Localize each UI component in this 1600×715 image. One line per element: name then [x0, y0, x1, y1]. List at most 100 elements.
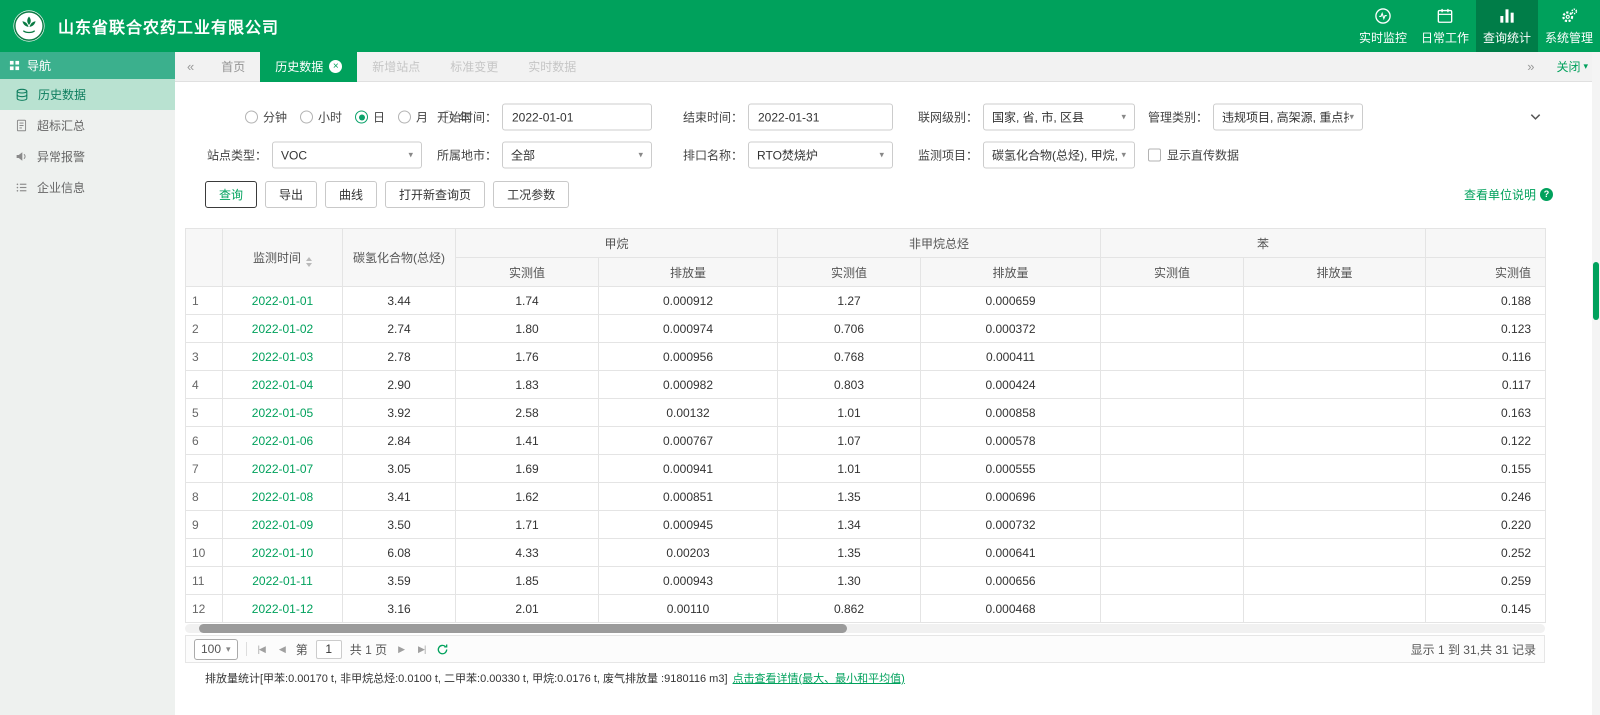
- table-cell: 0.000767: [599, 427, 778, 455]
- table-cell: 0.00132: [599, 399, 778, 427]
- cell-date: 2022-01-09: [223, 511, 343, 539]
- action-button-5[interactable]: 工况参数: [493, 181, 569, 208]
- tab-scroll-right-icon[interactable]: »: [1515, 59, 1546, 74]
- table-cell: [1101, 371, 1244, 399]
- table-row[interactable]: 72022-01-073.051.690.0009411.010.0005550…: [186, 455, 1546, 483]
- period-radio-2[interactable]: 小时: [300, 109, 342, 126]
- table-cell: 0.123: [1426, 315, 1546, 343]
- table-cell: 3.05: [343, 455, 456, 483]
- end-time-input[interactable]: [748, 104, 893, 131]
- table-row[interactable]: 122022-01-123.162.010.001100.8620.000468…: [186, 595, 1546, 623]
- direct-data-checkbox[interactable]: 显示直传数据: [1148, 147, 1239, 164]
- tab-1[interactable]: 首页: [206, 52, 260, 82]
- start-time-input[interactable]: [502, 104, 652, 131]
- table-row[interactable]: 62022-01-062.841.410.0007671.070.0005780…: [186, 427, 1546, 455]
- sidebar-item-2[interactable]: 超标汇总: [0, 110, 175, 141]
- vertical-scrollbar-thumb[interactable]: [1593, 262, 1599, 320]
- pager-first-icon[interactable]: |◀: [255, 644, 268, 655]
- site-type-select[interactable]: VOC ▾: [272, 142, 422, 169]
- table-cell: 1.76: [456, 343, 599, 371]
- header-group-1: 甲烷: [456, 229, 778, 258]
- table-row[interactable]: 82022-01-083.411.620.0008511.350.0006960…: [186, 483, 1546, 511]
- tab-5[interactable]: 实时数据: [513, 52, 591, 82]
- pager-prev-icon[interactable]: ◀: [276, 644, 288, 655]
- outlet-select[interactable]: RTO焚烧炉 ▾: [748, 142, 893, 169]
- date-link[interactable]: 2022-01-07: [252, 462, 313, 476]
- action-button-1[interactable]: 查询: [205, 181, 257, 208]
- vertical-scrollbar[interactable]: [1592, 52, 1600, 715]
- table-cell: 0.000578: [921, 427, 1101, 455]
- sidebar-item-3[interactable]: 异常报警: [0, 141, 175, 172]
- header-monitor-time[interactable]: 监测时间: [223, 229, 343, 287]
- table-cell: 1.85: [456, 567, 599, 595]
- date-link[interactable]: 2022-01-01: [252, 294, 313, 308]
- network-level-select[interactable]: 国家, 省, 市, 区县 ▾: [983, 104, 1135, 131]
- table-cell: 0.000555: [921, 455, 1101, 483]
- table-cell: [1101, 287, 1244, 315]
- page-number-input[interactable]: [316, 640, 342, 659]
- date-link[interactable]: 2022-01-06: [252, 434, 313, 448]
- horizontal-scrollbar[interactable]: [185, 624, 1545, 633]
- date-link[interactable]: 2022-01-03: [252, 350, 313, 364]
- table-row[interactable]: 102022-01-106.084.330.002031.350.0006410…: [186, 539, 1546, 567]
- date-link[interactable]: 2022-01-08: [252, 490, 313, 504]
- pagination-bar: 100 ▾ |◀ ◀ 第 共 1 页 ▶ ▶| 显示 1 到 31,共 31 记…: [185, 635, 1545, 663]
- table-row[interactable]: 52022-01-053.922.580.001321.010.0008580.…: [186, 399, 1546, 427]
- top-nav-item-1[interactable]: 实时监控: [1352, 0, 1414, 52]
- refresh-icon[interactable]: [436, 643, 449, 656]
- table-cell: 0.000943: [599, 567, 778, 595]
- table-cell: 0.116: [1426, 343, 1546, 371]
- date-link[interactable]: 2022-01-02: [252, 322, 313, 336]
- sidebar-item-4[interactable]: 企业信息: [0, 172, 175, 203]
- sidebar-item-1[interactable]: 历史数据: [0, 79, 175, 110]
- caret-down-icon: ▾: [638, 150, 643, 161]
- date-link[interactable]: 2022-01-05: [252, 406, 313, 420]
- tab-2[interactable]: 历史数据×: [260, 52, 357, 82]
- close-tabs-menu[interactable]: 关闭 ▾: [1556, 58, 1588, 75]
- tab-close-icon[interactable]: ×: [329, 60, 342, 73]
- sort-icon[interactable]: [306, 257, 312, 267]
- table-cell: [1244, 595, 1426, 623]
- period-radio-4[interactable]: 月: [398, 109, 428, 126]
- company-title: 山东省联合农药工业有限公司: [58, 14, 279, 38]
- table-row[interactable]: 32022-01-032.781.760.0009560.7680.000411…: [186, 343, 1546, 371]
- direct-data-checkbox-label: 显示直传数据: [1167, 147, 1239, 164]
- action-button-4[interactable]: 打开新查询页: [385, 181, 485, 208]
- table-cell: 0.252: [1426, 539, 1546, 567]
- table-row[interactable]: 12022-01-013.441.740.0009121.270.0006590…: [186, 287, 1546, 315]
- top-nav-item-4[interactable]: 系统管理: [1538, 0, 1600, 52]
- period-radio-1[interactable]: 分钟: [245, 109, 287, 126]
- top-nav-item-3[interactable]: 查询统计: [1476, 0, 1538, 52]
- monitor-items-select[interactable]: 碳氢化合物(总烃), 甲烷, 非甲烷总烃 ▾: [983, 142, 1135, 169]
- horizontal-scrollbar-thumb[interactable]: [199, 624, 847, 633]
- table-row[interactable]: 42022-01-042.901.830.0009820.8030.000424…: [186, 371, 1546, 399]
- pager-last-icon[interactable]: ▶|: [415, 644, 428, 655]
- date-link[interactable]: 2022-01-10: [252, 546, 313, 560]
- table-cell: 1.27: [778, 287, 921, 315]
- page-size-select[interactable]: 100 ▾: [194, 639, 238, 660]
- period-radio-3[interactable]: 日: [355, 109, 385, 126]
- action-button-3[interactable]: 曲线: [325, 181, 377, 208]
- pager-next-icon[interactable]: ▶: [395, 644, 407, 655]
- table-cell: 1.74: [456, 287, 599, 315]
- action-button-2[interactable]: 导出: [265, 181, 317, 208]
- date-link[interactable]: 2022-01-04: [252, 378, 313, 392]
- tab-4[interactable]: 标准变更: [435, 52, 513, 82]
- date-link[interactable]: 2022-01-11: [252, 574, 313, 588]
- sidebar-item-label: 异常报警: [37, 148, 85, 165]
- manage-type-select[interactable]: 违规项目, 高架源, 重点排污 ▾: [1213, 104, 1363, 131]
- collapse-filter-chevron-icon[interactable]: [1529, 111, 1542, 124]
- tab-scroll-left-icon[interactable]: «: [175, 59, 206, 74]
- tab-3[interactable]: 新增站点: [357, 52, 435, 82]
- unit-help-link[interactable]: 查看单位说明 ?: [1464, 186, 1553, 203]
- date-link[interactable]: 2022-01-12: [252, 602, 313, 616]
- table-row[interactable]: 92022-01-093.501.710.0009451.340.0007320…: [186, 511, 1546, 539]
- top-nav-item-2[interactable]: 日常工作: [1414, 0, 1476, 52]
- date-link[interactable]: 2022-01-09: [252, 518, 313, 532]
- unit-help-label: 查看单位说明: [1464, 186, 1536, 203]
- table-row[interactable]: 22022-01-022.741.800.0009740.7060.000372…: [186, 315, 1546, 343]
- table-row[interactable]: 112022-01-113.591.850.0009431.300.000656…: [186, 567, 1546, 595]
- radio-icon: [355, 111, 368, 124]
- city-select[interactable]: 全部 ▾: [502, 142, 652, 169]
- stats-detail-link[interactable]: 点击查看详情(最大、最小和平均值): [733, 670, 905, 686]
